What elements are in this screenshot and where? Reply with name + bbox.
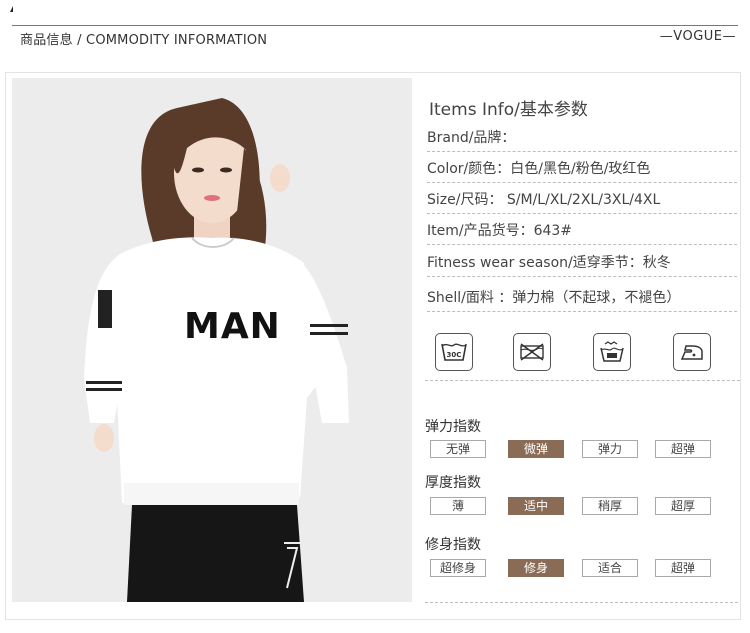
info-row-label: Color/颜色：白色/黑色/粉色/玫红色 [427,161,651,177]
info-row-label: Item/产品货号：643# [427,223,573,239]
bottom-divider [425,602,738,603]
info-row-size: Size/尺码： S/M/L/XL/2XL/3XL/4XL [427,183,737,214]
section-title: Items Info/基本参数 [429,100,588,120]
index-option: 弹力 [582,440,638,458]
svg-text:30C: 30C [447,351,462,359]
info-row-label: Brand/品牌： [427,130,516,146]
index-title-elasticity: 弹力指数 [425,419,481,435]
index-option: 无弹 [430,440,486,458]
info-row-item: Item/产品货号：643# [427,214,737,245]
page-title: 商品信息 / COMMODITY INFORMATION [20,33,268,48]
index-option: 稍厚 [582,497,638,515]
index-options-elasticity: 无弹 微弹 弹力 超弹 [430,440,730,460]
index-option-selected: 微弹 [508,440,564,458]
index-option: 超修身 [430,559,486,577]
index-option-selected: 修身 [508,559,564,577]
index-option: 适合 [582,559,638,577]
corner-mark [10,6,13,12]
index-option: 超弹 [655,440,711,458]
index-title-thickness: 厚度指数 [425,475,481,491]
do-not-tumble-dry-icon [513,333,551,371]
shirt-print-text: MAN [184,306,281,347]
care-icons-row: 30C [425,330,740,381]
brand-tag: —VOGUE— [659,29,736,44]
wash-30c-icon: 30C [435,333,473,371]
index-option: 超弹 [655,559,711,577]
hand-wash-icon [593,333,631,371]
info-row-brand: Brand/品牌： [427,121,737,152]
index-option-selected: 适中 [508,497,564,515]
product-photo: MAN [12,78,412,602]
info-row-season: Fitness wear season/适穿季节：秋冬 [427,246,737,277]
info-row-shell: Shell/面料 ：弹力棉（不起球，不褪色） [427,281,737,312]
iron-icon [673,333,711,371]
index-options-thickness: 薄 适中 稍厚 超厚 [430,497,730,517]
index-title-fit: 修身指数 [425,537,481,553]
info-row-label: Fitness wear season/适穿季节：秋冬 [427,255,671,271]
info-row-color: Color/颜色：白色/黑色/粉色/玫红色 [427,152,737,183]
info-row-label: Size/尺码： S/M/L/XL/2XL/3XL/4XL [427,192,661,208]
header-rule [12,25,738,26]
index-option: 超厚 [655,497,711,515]
info-row-label: Shell/面料 ：弹力棉（不起球，不褪色） [427,290,681,306]
index-option: 薄 [430,497,486,515]
index-options-fit: 超修身 修身 适合 超弹 [430,559,730,579]
